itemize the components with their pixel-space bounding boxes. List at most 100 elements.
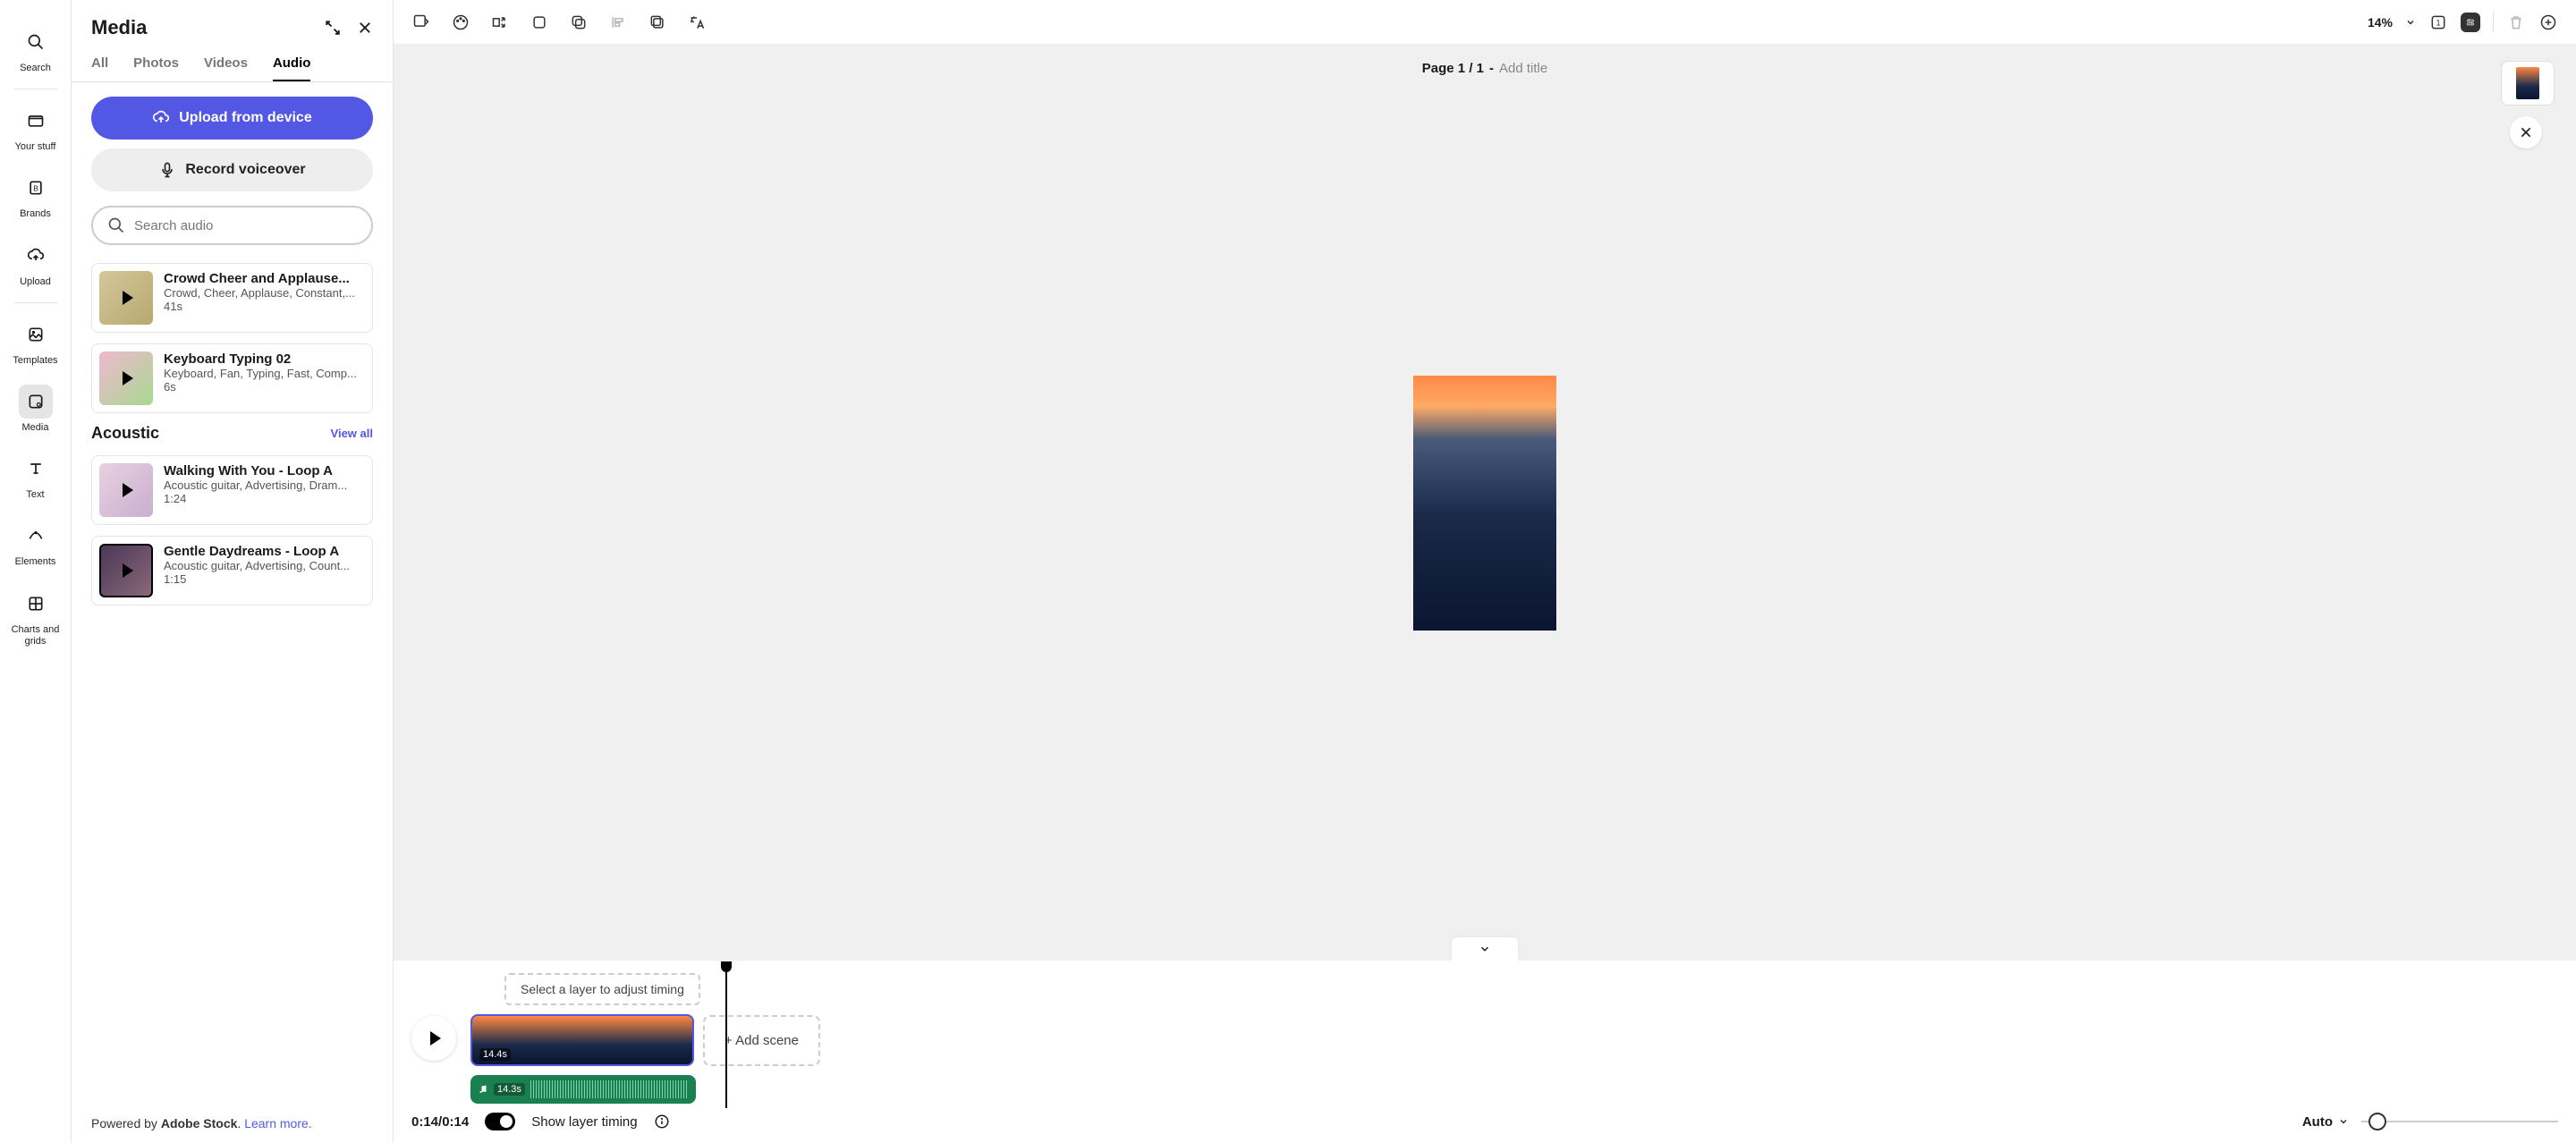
- audio-item-title: Walking With You - Loop A: [164, 463, 365, 478]
- page-label: Page 1 / 1 - Add title: [1422, 61, 1547, 76]
- waveform: [530, 1080, 689, 1098]
- view-all-link[interactable]: View all: [331, 427, 373, 440]
- search-audio-field[interactable]: [134, 218, 357, 233]
- translate-icon[interactable]: [687, 13, 707, 32]
- resize-icon[interactable]: [490, 13, 510, 32]
- canvas-preview[interactable]: [1413, 376, 1556, 631]
- folder-icon: [19, 104, 53, 138]
- tab-audio[interactable]: Audio: [273, 55, 311, 81]
- close-icon[interactable]: [357, 20, 373, 36]
- svg-text:B: B: [33, 184, 38, 193]
- audio-item-duration: 1:24: [164, 492, 365, 505]
- search-audio-input[interactable]: [91, 206, 373, 245]
- expand-icon[interactable]: [325, 20, 341, 36]
- tab-photos[interactable]: Photos: [133, 55, 179, 81]
- audio-item-tags: Keyboard, Fan, Typing, Fast, Comp...: [164, 367, 365, 380]
- page-count-icon[interactable]: 1: [2428, 13, 2448, 32]
- video-clip[interactable]: 14.4s: [470, 1014, 694, 1066]
- palette-icon[interactable]: [451, 13, 470, 32]
- page-thumbnail[interactable]: [2501, 61, 2555, 106]
- canvas-area: 14% 1 Page 1 / 1 - Add title Select a la…: [394, 0, 2576, 1143]
- play-icon: [123, 291, 133, 305]
- rail-elements[interactable]: Elements: [0, 510, 71, 577]
- text-icon: [19, 452, 53, 486]
- add-scene-button[interactable]: + Add scene: [703, 1015, 820, 1066]
- panel-body: Upload from device Record voiceover Crow…: [72, 82, 393, 1104]
- delete-icon[interactable]: [2506, 13, 2526, 32]
- close-thumbnails-button[interactable]: [2510, 116, 2542, 148]
- play-icon: [123, 371, 133, 385]
- panel-header: Media: [72, 16, 393, 39]
- show-timing-label: Show layer timing: [531, 1114, 637, 1130]
- panel-tabs: All Photos Videos Audio: [72, 55, 393, 82]
- copy-icon[interactable]: [648, 13, 667, 32]
- charts-icon: [19, 587, 53, 621]
- audio-item-title: Crowd Cheer and Applause...: [164, 271, 365, 286]
- playhead[interactable]: [725, 969, 727, 1108]
- audio-item-duration: 41s: [164, 300, 365, 313]
- section-title: Acoustic: [91, 424, 159, 443]
- audio-item[interactable]: Gentle Daydreams - Loop A Acoustic guita…: [91, 536, 373, 605]
- audio-item[interactable]: Walking With You - Loop A Acoustic guita…: [91, 455, 373, 525]
- time-display: 0:14/0:14: [411, 1114, 469, 1130]
- rail-media[interactable]: Media: [0, 376, 71, 443]
- collapse-timeline-button[interactable]: [1452, 937, 1518, 961]
- audio-item-title: Gentle Daydreams - Loop A: [164, 544, 365, 559]
- chevron-down-icon[interactable]: [2405, 17, 2416, 28]
- timing-hint: Select a layer to adjust timing: [504, 973, 700, 1005]
- media-panel: Media All Photos Videos Audio Upload fro…: [72, 0, 394, 1143]
- tab-all[interactable]: All: [91, 55, 108, 81]
- shape-square-icon[interactable]: [530, 13, 549, 32]
- audio-item-duration: 1:15: [164, 572, 365, 586]
- generative-fill-icon[interactable]: [411, 13, 431, 32]
- audio-item[interactable]: Crowd Cheer and Applause... Crowd, Cheer…: [91, 263, 373, 333]
- rail-upload[interactable]: Upload: [0, 230, 71, 297]
- add-icon[interactable]: [2538, 13, 2558, 32]
- rail-separator: [13, 302, 58, 303]
- canvas-main[interactable]: Page 1 / 1 - Add title: [394, 45, 2576, 961]
- separator: [2493, 13, 2494, 32]
- tab-videos[interactable]: Videos: [204, 55, 248, 81]
- brands-icon: B: [19, 171, 53, 205]
- zoom-level[interactable]: 14%: [2368, 15, 2393, 30]
- rail-your-stuff[interactable]: Your stuff: [0, 95, 71, 162]
- rail-charts[interactable]: Charts and grids: [0, 578, 71, 656]
- search-icon: [19, 25, 53, 59]
- play-icon: [123, 483, 133, 497]
- record-voiceover-button[interactable]: Record voiceover: [91, 148, 373, 191]
- play-icon: [123, 563, 133, 578]
- rail-templates[interactable]: Templates: [0, 309, 71, 376]
- zoom-slider[interactable]: [2361, 1121, 2558, 1122]
- show-timing-toggle[interactable]: [485, 1113, 515, 1130]
- upload-cloud-icon: [19, 239, 53, 273]
- rail-search[interactable]: Search: [0, 16, 71, 83]
- audio-item-tags: Acoustic guitar, Advertising, Count...: [164, 559, 365, 572]
- rail-text[interactable]: Text: [0, 443, 71, 510]
- align-icon[interactable]: [608, 13, 628, 32]
- rail-brands[interactable]: B Brands: [0, 162, 71, 229]
- zoom-auto-dropdown[interactable]: Auto: [2302, 1114, 2349, 1130]
- upload-from-device-button[interactable]: Upload from device: [91, 97, 373, 140]
- slider-thumb[interactable]: [2368, 1113, 2386, 1130]
- video-clip-duration: 14.4s: [479, 1048, 511, 1061]
- media-icon: [19, 385, 53, 419]
- audio-thumbnail[interactable]: [99, 351, 153, 405]
- learn-more-link[interactable]: Learn more.: [244, 1116, 311, 1130]
- audio-item[interactable]: Keyboard Typing 02 Keyboard, Fan, Typing…: [91, 343, 373, 413]
- shape-stack-icon[interactable]: [569, 13, 589, 32]
- add-title-input[interactable]: Add title: [1499, 61, 1547, 76]
- section-header: Acoustic View all: [91, 424, 373, 443]
- audio-thumbnail[interactable]: [99, 271, 153, 325]
- audio-thumbnail[interactable]: [99, 463, 153, 517]
- audio-clip[interactable]: 14.3s: [470, 1075, 696, 1104]
- panel-title: Media: [91, 16, 147, 39]
- timeline-view-icon[interactable]: [2461, 13, 2480, 32]
- play-button[interactable]: [411, 1016, 456, 1061]
- audio-item-tags: Acoustic guitar, Advertising, Dram...: [164, 478, 365, 492]
- music-icon: [478, 1084, 488, 1095]
- svg-text:1: 1: [2436, 18, 2440, 27]
- elements-icon: [19, 519, 53, 553]
- audio-thumbnail[interactable]: [99, 544, 153, 597]
- templates-icon: [19, 318, 53, 351]
- info-icon[interactable]: [654, 1113, 670, 1130]
